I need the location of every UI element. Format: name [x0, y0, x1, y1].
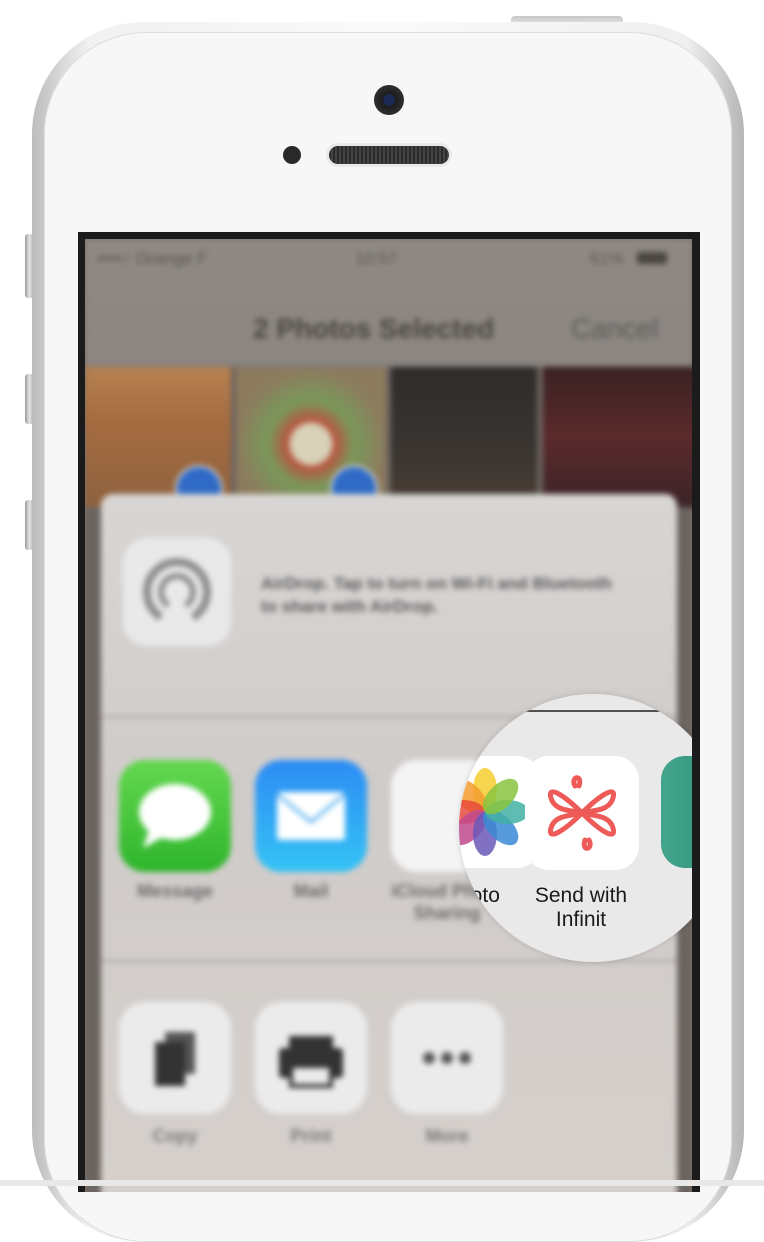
carrier-label: ••••○ Orange F — [97, 249, 208, 268]
copy-icon[interactable] — [119, 1002, 231, 1114]
app-label: hoto — [459, 884, 500, 907]
send-with-infinit-label: Send with Infinit — [534, 884, 628, 931]
nav-bar: 2 Photos Selected Cancel — [85, 279, 692, 364]
clock: 10:57 — [355, 249, 398, 268]
more-icon[interactable] — [391, 1002, 503, 1114]
cancel-button[interactable]: Cancel — [571, 313, 658, 345]
photo-thumbnail[interactable] — [85, 367, 231, 513]
battery-icon — [637, 252, 667, 264]
bottom-edge — [0, 1180, 764, 1186]
photo-thumbnail[interactable] — [543, 367, 692, 507]
action-label: Print — [290, 1126, 332, 1146]
app-label: Message — [136, 881, 214, 901]
phone-screen: ••••○ Orange F 10:57 61% 2 Photos Select… — [78, 232, 700, 1192]
infinit-icon[interactable] — [525, 756, 639, 870]
earpiece-speaker — [329, 146, 449, 164]
front-camera — [374, 85, 404, 115]
photo-thumbnail[interactable] — [391, 367, 537, 507]
divider — [459, 710, 692, 712]
action-label: Copy — [152, 1126, 198, 1146]
photo-thumbnail[interactable] — [236, 367, 386, 513]
airdrop-icon[interactable] — [123, 538, 231, 646]
mail-icon[interactable] — [255, 760, 367, 872]
message-icon[interactable] — [119, 760, 231, 872]
print-icon[interactable] — [255, 1002, 367, 1114]
status-bar: ••••○ Orange F 10:57 61% — [85, 239, 692, 279]
airdrop-description: AirDrop. Tap to turn on Wi-Fi and Blueto… — [261, 574, 612, 616]
action-label: More — [425, 1126, 469, 1146]
next-app-icon[interactable] — [661, 756, 692, 868]
app-label: Mail — [293, 881, 329, 901]
proximity-sensor — [283, 146, 301, 164]
battery-percent: 61% — [590, 249, 625, 268]
page-title: 2 Photos Selected — [253, 313, 495, 344]
